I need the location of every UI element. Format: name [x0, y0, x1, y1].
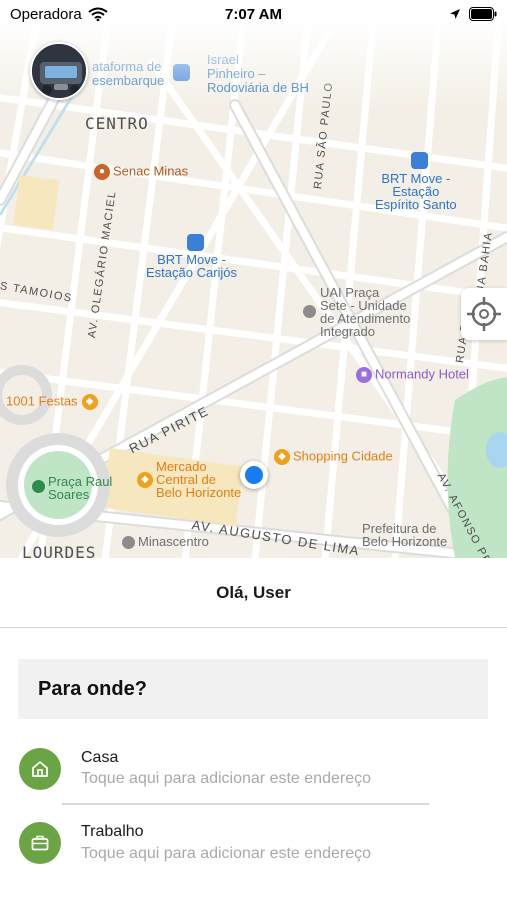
district-label-lourdes: LOURDES [22, 543, 97, 558]
poi-brt-carijos[interactable]: BRT Move - Estação Carijós [146, 253, 237, 279]
wifi-icon [88, 7, 108, 21]
government-office-icon [303, 305, 316, 318]
poi-israel-line3: Rodoviária de BH [207, 80, 309, 95]
briefcase-glyph [31, 835, 49, 851]
shopping-bag-icon: ◆ [81, 394, 98, 410]
poi-senac-label: Senac Minas [113, 163, 189, 179]
carrier-label: Operadora [10, 5, 82, 23]
poi-plataforma-line1: ataforma de [92, 59, 162, 74]
poi-praca-raul-soares[interactable]: Praça Raul Soares [48, 475, 112, 501]
park-icon [32, 480, 45, 493]
avatar[interactable] [30, 42, 88, 100]
shopping-bag-icon-cidade: ◆ [274, 449, 290, 465]
poi-1001-festas[interactable]: 1001 Festas ◆ [6, 394, 101, 410]
briefcase-icon [19, 822, 61, 864]
poi-israel-pinheiro[interactable]: Israel Pinheiro – Rodoviária de BH [207, 53, 309, 95]
poi-praca-line2: Soares [48, 487, 90, 502]
greeting-header: Olá, User [0, 558, 507, 628]
saved-address-home[interactable]: Casa Toque aqui para adicionar este ende… [0, 735, 507, 805]
battery-icon [469, 7, 497, 21]
market-icon: ◆ [137, 472, 153, 488]
poi-israel-line1: Israel [207, 52, 239, 67]
poi-prefeitura-line2: Belo Horizonte [362, 534, 448, 549]
poi-uai-praca-sete[interactable]: UAI Praça Sete - Unidade de Atendimento … [320, 286, 410, 338]
poi-plataforma-line2: esembarque [92, 73, 165, 88]
poi-normandy-hotel[interactable]: ■ Normandy Hotel [356, 367, 469, 383]
poi-plataforma[interactable]: ataforma de esembarque [92, 60, 164, 88]
status-left: Operadora [10, 6, 108, 23]
home-icon [19, 748, 61, 790]
recenter-location-button[interactable] [461, 288, 507, 340]
poi-shopping-label: Shopping Cidade [293, 448, 393, 464]
crosshair-icon [467, 297, 501, 331]
map-view[interactable]: CENTRO LOURDES RUA SÃO PAULO S TAMOIOS A… [0, 0, 507, 558]
poi-minascentro-label: Minascentro [138, 534, 209, 549]
saved-address-work[interactable]: Trabalho Toque aqui para adicionar este … [0, 809, 507, 879]
address-divider [62, 803, 429, 805]
bus-station-icon-espirito-santo [411, 152, 428, 169]
status-right [449, 7, 497, 21]
address-title-work: Trabalho [81, 823, 144, 840]
poi-mercado-line3: Belo Horizonte [156, 485, 242, 500]
bus-station-icon [173, 64, 190, 81]
address-subtitle-home: Toque aqui para adicionar este endereço [81, 770, 371, 787]
poi-senac-minas[interactable]: ● Senac Minas [94, 164, 188, 180]
education-icon: ● [94, 164, 110, 180]
district-label-centro: CENTRO [85, 114, 149, 133]
poi-brt-es-line3: Espírito Santo [375, 197, 457, 212]
poi-brt-carijos-line2: Estação Carijós [146, 265, 238, 280]
user-location-marker [240, 461, 268, 489]
address-subtitle-work: Toque aqui para adicionar este endereço [81, 845, 371, 862]
poi-israel-line2: Pinheiro – [207, 66, 266, 81]
address-title-home: Casa [81, 749, 119, 766]
bus-station-icon-carijos [187, 234, 204, 251]
poi-shopping-cidade[interactable]: ◆ Shopping Cidade [274, 449, 393, 465]
poi-brt-espirito-santo[interactable]: BRT Move - Estação Espírito Santo [375, 172, 457, 211]
poi-mercado-central[interactable]: Mercado Central de Belo Horizonte [156, 460, 241, 499]
status-bar: Operadora 7:07 AM [0, 0, 507, 28]
location-arrow-icon [450, 9, 460, 19]
poi-festas-label: 1001 Festas [6, 393, 78, 409]
poi-uai-line4: Integrado [320, 324, 375, 339]
poi-normandy-label: Normandy Hotel [375, 366, 469, 382]
hotel-icon: ■ [356, 367, 372, 383]
home-glyph [32, 761, 48, 777]
poi-prefeitura[interactable]: Prefeitura de Belo Horizonte [362, 522, 447, 548]
venue-icon [122, 536, 135, 550]
where-to-search-box[interactable]: Para onde? [18, 659, 488, 719]
poi-minascentro[interactable]: Minascentro [122, 534, 209, 550]
